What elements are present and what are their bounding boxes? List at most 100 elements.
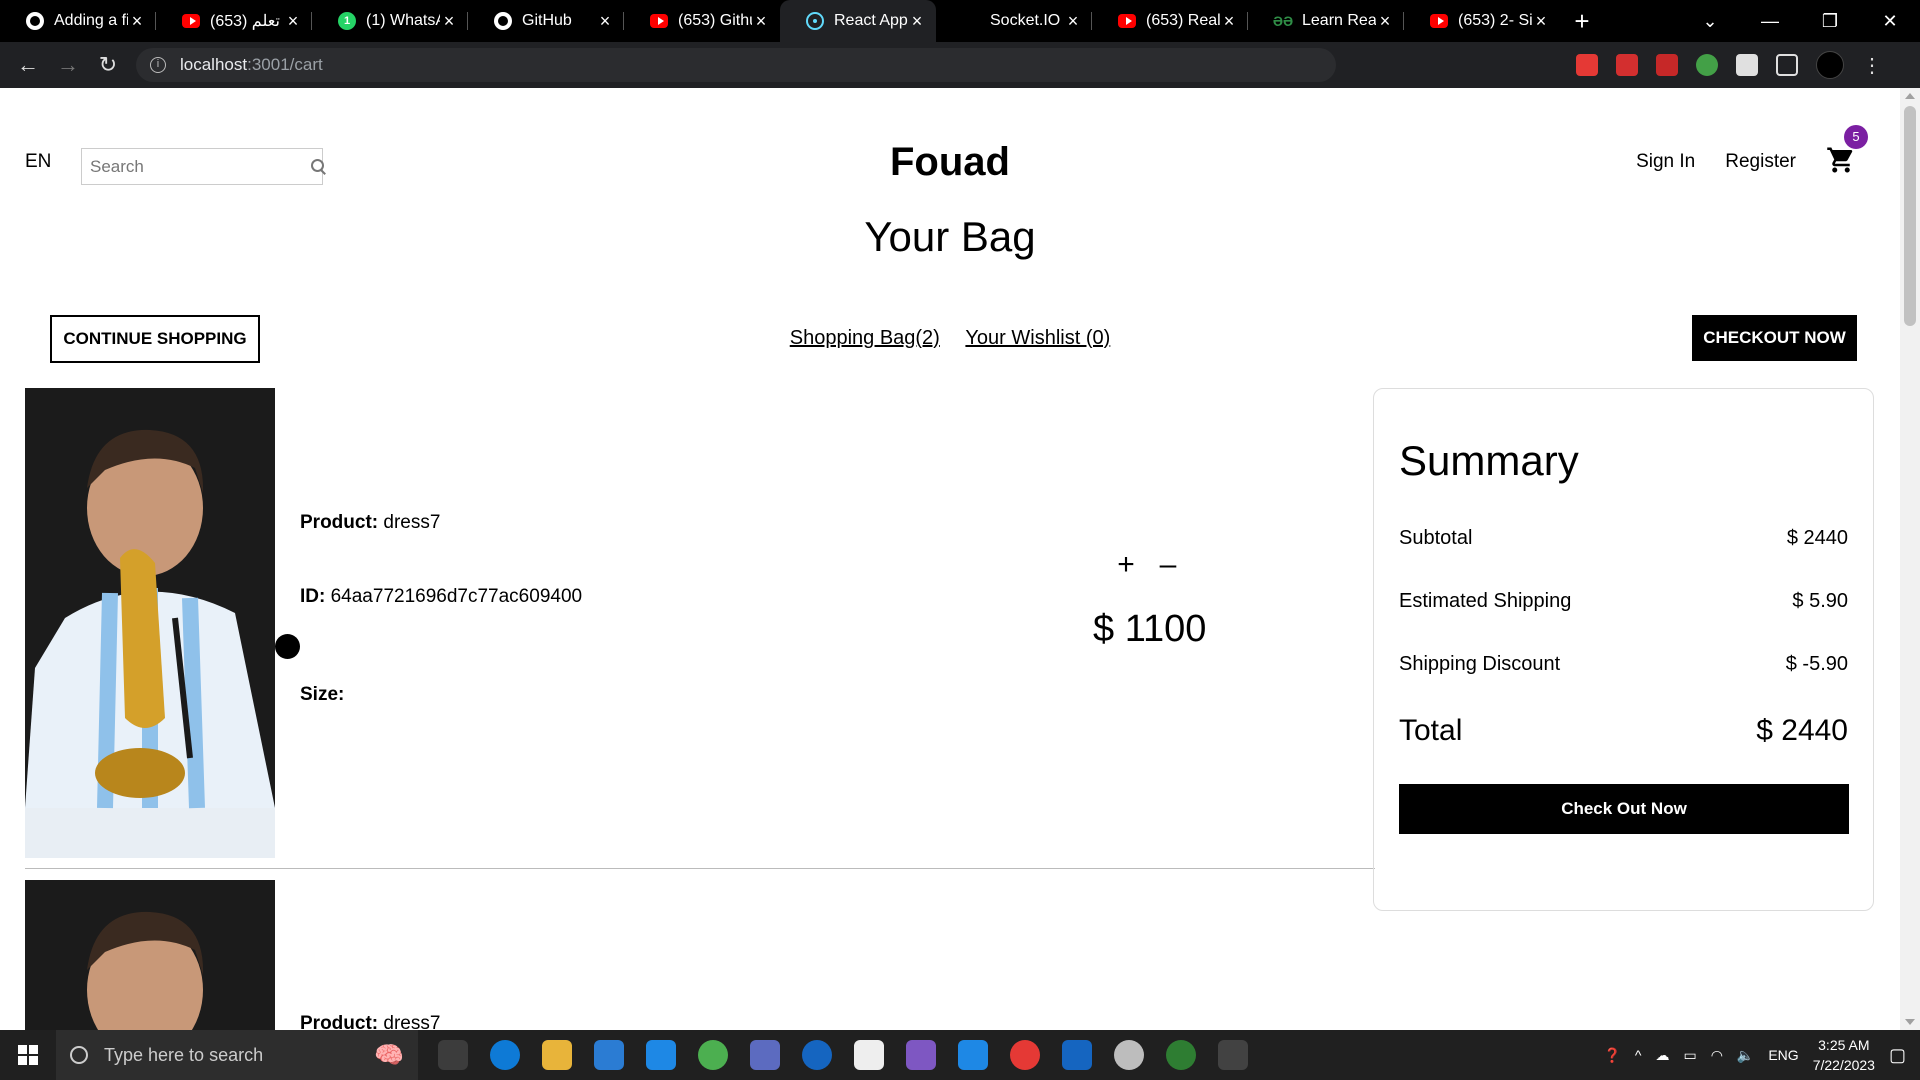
summary-checkout-button[interactable]: Check Out Now <box>1399 784 1849 834</box>
app-icon[interactable] <box>750 1040 780 1070</box>
visual-studio-icon[interactable] <box>906 1040 936 1070</box>
vscode-icon[interactable] <box>958 1040 988 1070</box>
minimize-icon[interactable]: — <box>1740 11 1800 32</box>
discount-value: $ -5.90 <box>1785 653 1848 675</box>
app-icon[interactable] <box>802 1040 832 1070</box>
scroll-up-icon[interactable] <box>1905 93 1915 99</box>
back-icon[interactable]: ← <box>8 52 48 78</box>
extension-icon[interactable] <box>1576 54 1598 76</box>
chrome-icon[interactable] <box>698 1040 728 1070</box>
language-label[interactable]: EN <box>25 151 51 173</box>
product-label: Product: <box>300 1013 379 1030</box>
product-photo <box>25 388 275 858</box>
close-icon[interactable]: × <box>1376 11 1394 32</box>
chevron-up-icon[interactable]: ^ <box>1635 1047 1642 1063</box>
language-indicator[interactable]: ENG <box>1768 1047 1798 1063</box>
extension-icon[interactable] <box>1696 54 1718 76</box>
clock[interactable]: 3:25 AM 7/22/2023 <box>1813 1035 1875 1075</box>
close-icon[interactable]: × <box>440 11 458 32</box>
product-name: dress7 <box>383 1013 441 1030</box>
wifi-icon[interactable]: ◠ <box>1711 1047 1723 1064</box>
restore-icon[interactable]: ❐ <box>1800 11 1860 32</box>
mail-icon[interactable] <box>646 1040 676 1070</box>
socketio-icon <box>962 12 980 30</box>
extension-icon[interactable] <box>1616 54 1638 76</box>
new-tab-button[interactable]: + <box>1560 6 1604 37</box>
close-icon[interactable]: × <box>908 11 926 32</box>
summary-title: Summary <box>1399 437 1579 484</box>
shipping-label: Estimated Shipping <box>1399 590 1572 612</box>
file-icon[interactable] <box>854 1040 884 1070</box>
product-name-row: Product: dress7 <box>300 1013 440 1030</box>
reload-icon[interactable]: ↻ <box>88 52 128 78</box>
terminal-icon[interactable] <box>1218 1040 1248 1070</box>
cart-button[interactable]: 5 <box>1826 125 1868 179</box>
tab-title: Socket.IO <box>990 12 1061 29</box>
scrollbar-thumb[interactable] <box>1904 106 1916 326</box>
decrease-quantity-button[interactable]: – <box>1157 548 1179 582</box>
file-explorer-icon[interactable] <box>542 1040 572 1070</box>
wishlist-link[interactable]: Your Wishlist (0) <box>965 327 1110 349</box>
chrome-active-icon[interactable] <box>1010 1040 1040 1070</box>
logo-text[interactable]: Fouad <box>890 140 1010 184</box>
tab-adding-a-file[interactable]: Adding a fil × <box>0 0 156 42</box>
volume-icon[interactable]: 🔈 <box>1737 1047 1754 1064</box>
store-icon[interactable] <box>594 1040 624 1070</box>
sign-in-link[interactable]: Sign In <box>1636 151 1695 173</box>
settings-icon[interactable] <box>1114 1040 1144 1070</box>
url-input[interactable]: i localhost:3001/cart <box>136 48 1336 82</box>
task-view-icon[interactable] <box>438 1040 468 1070</box>
battery-icon[interactable]: ▭ <box>1683 1047 1696 1064</box>
extension-icons: ⋮ <box>1576 51 1882 79</box>
help-icon[interactable]: ❓ <box>1603 1047 1620 1064</box>
search-icon[interactable] <box>311 158 324 175</box>
id-label: ID: <box>300 586 326 607</box>
close-icon[interactable]: × <box>1532 11 1550 32</box>
size-label: Size: <box>300 684 345 705</box>
menu-icon[interactable]: ⋮ <box>1862 53 1882 78</box>
edge-icon[interactable] <box>490 1040 520 1070</box>
tab-title: React App <box>834 12 908 29</box>
close-window-icon[interactable]: ✕ <box>1860 11 1920 32</box>
cloud-icon[interactable]: ☁ <box>1655 1047 1669 1064</box>
tab-youtube-4[interactable]: (653) 2- Sin × <box>1404 0 1560 42</box>
page-scrollbar[interactable] <box>1900 88 1920 1030</box>
product-photo <box>25 880 275 1030</box>
start-button[interactable] <box>0 1030 56 1080</box>
tab-title: (653) 2- Sin <box>1458 12 1532 29</box>
checkout-now-button[interactable]: CHECKOUT NOW <box>1692 315 1857 361</box>
close-icon[interactable]: × <box>128 11 146 32</box>
tab-youtube-3[interactable]: (653) Realti × <box>1092 0 1248 42</box>
shopping-bag-link[interactable]: Shopping Bag(2) <box>790 327 940 349</box>
extension-icon[interactable] <box>1656 54 1678 76</box>
window-controls: ⌄ — ❐ ✕ <box>1680 11 1920 32</box>
scroll-down-icon[interactable] <box>1905 1019 1915 1025</box>
tab-socketio[interactable]: Socket.IO × <box>936 0 1092 42</box>
word-icon[interactable] <box>1062 1040 1092 1070</box>
close-icon[interactable]: × <box>1064 11 1082 32</box>
close-icon[interactable]: × <box>284 11 302 32</box>
mongodb-icon[interactable] <box>1166 1040 1196 1070</box>
tab-youtube-2[interactable]: (653) Githul × <box>624 0 780 42</box>
product-id: 64aa7721696d7c77ac609400 <box>330 586 583 607</box>
close-icon[interactable]: × <box>1220 11 1238 32</box>
tab-search-icon[interactable]: ⌄ <box>1680 11 1740 32</box>
tab-whatsapp[interactable]: 1 (1) WhatsAp × <box>312 0 468 42</box>
register-link[interactable]: Register <box>1725 151 1796 173</box>
tab-learn-react[interactable]: ƏƏ Learn React × <box>1248 0 1404 42</box>
side-panel-icon[interactable] <box>1776 54 1798 76</box>
search-input[interactable] <box>90 156 311 177</box>
site-info-icon[interactable]: i <box>150 57 166 73</box>
taskbar-search[interactable]: Type here to search 🧠 <box>56 1030 418 1080</box>
cart-count-badge: 5 <box>1844 125 1868 149</box>
tab-react-app[interactable]: React App × <box>780 0 936 42</box>
forward-icon[interactable]: → <box>48 52 88 78</box>
tab-github[interactable]: GitHub × <box>468 0 624 42</box>
increase-quantity-button[interactable]: + <box>1115 548 1137 582</box>
avatar[interactable] <box>1816 51 1844 79</box>
puzzle-icon[interactable] <box>1736 54 1758 76</box>
notifications-icon[interactable]: ▢ <box>1889 1045 1906 1066</box>
close-icon[interactable]: × <box>596 11 614 32</box>
close-icon[interactable]: × <box>752 11 770 32</box>
tab-youtube-1[interactable]: تعلم (653) × <box>156 0 312 42</box>
